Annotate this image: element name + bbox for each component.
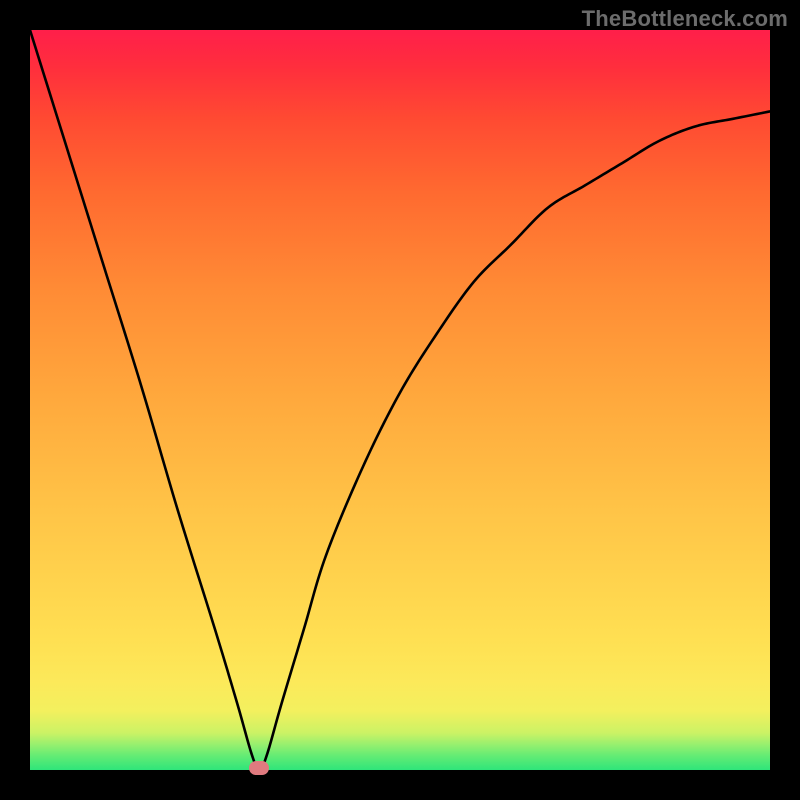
- plot-area: [30, 30, 770, 770]
- minimum-marker: [249, 761, 269, 775]
- watermark-text: TheBottleneck.com: [582, 6, 788, 32]
- chart-frame: TheBottleneck.com: [0, 0, 800, 800]
- bottleneck-curve: [30, 30, 770, 770]
